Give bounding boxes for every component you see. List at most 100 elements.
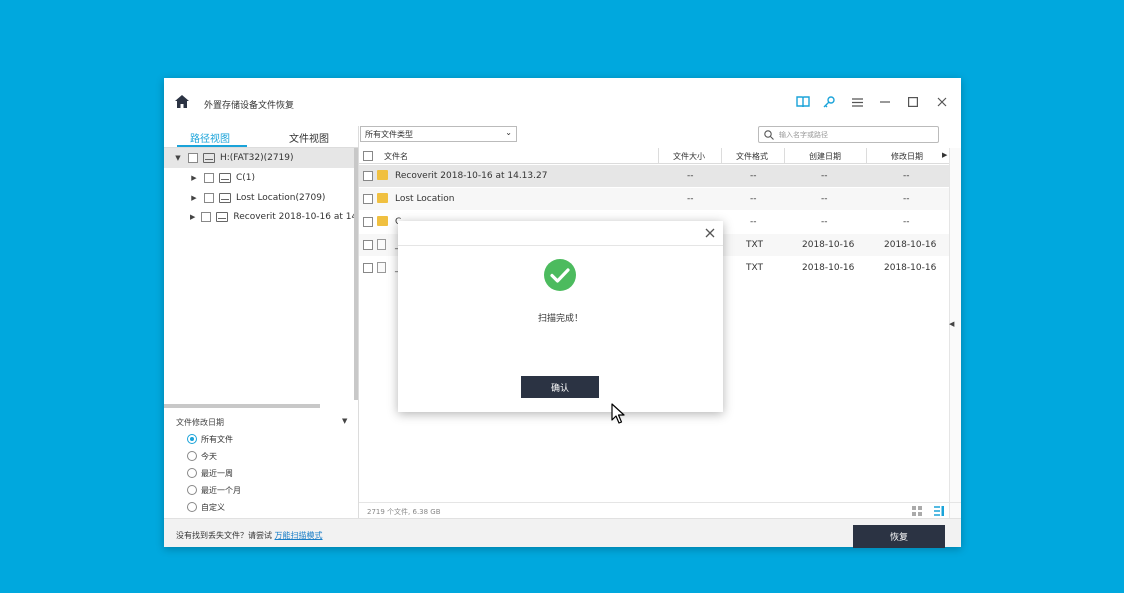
row-modified: -- bbox=[903, 194, 910, 204]
row-created: -- bbox=[821, 217, 828, 227]
chevron-left-icon[interactable]: ◀ bbox=[949, 320, 954, 328]
tree-item-label: Lost Location(2709) bbox=[236, 193, 326, 203]
tab-path-view[interactable]: 路径视图 bbox=[190, 130, 230, 145]
filter-option-label: 今天 bbox=[201, 451, 217, 461]
chevron-right-icon[interactable]: ▶ bbox=[942, 151, 947, 159]
confirm-button[interactable]: 确认 bbox=[521, 376, 599, 398]
thumbnail-view-icon[interactable] bbox=[912, 506, 922, 516]
row-modified: 2018-10-16 bbox=[884, 240, 937, 250]
radio-button[interactable] bbox=[187, 468, 197, 478]
column-header-created[interactable]: 创建日期 bbox=[809, 151, 841, 162]
filter-option-custom[interactable]: 自定义 bbox=[187, 501, 225, 513]
filter-title: 文件修改日期 bbox=[176, 418, 224, 427]
column-separator bbox=[784, 148, 785, 164]
table-row[interactable]: Lost Location -- -- -- -- bbox=[359, 188, 949, 210]
folder-tree: ▼ H:(FAT32)(2719) ▶ C(1) ▶ Lost Location… bbox=[164, 148, 358, 406]
date-filter: 文件修改日期 ▼ 所有文件 今天 最近一周 最近一个月 自定义 bbox=[164, 408, 358, 518]
file-icon bbox=[377, 262, 386, 273]
bottom-bar: 没有找到丢失文件？请尝试 万能扫描模式 恢复 bbox=[164, 518, 961, 548]
scan-complete-dialog: 扫描完成！ 确认 bbox=[398, 221, 723, 412]
row-checkbox[interactable] bbox=[363, 194, 373, 204]
row-modified: -- bbox=[903, 217, 910, 227]
minimize-icon[interactable] bbox=[878, 95, 892, 109]
radio-button[interactable] bbox=[187, 451, 197, 461]
row-checkbox[interactable] bbox=[363, 263, 373, 273]
tree-checkbox[interactable] bbox=[204, 193, 214, 203]
column-header-size[interactable]: 文件大小 bbox=[673, 151, 705, 162]
row-checkbox[interactable] bbox=[363, 240, 373, 250]
row-size: -- bbox=[687, 171, 694, 181]
column-separator bbox=[658, 148, 659, 164]
radio-button[interactable] bbox=[187, 485, 197, 495]
title-bar: 外置存储设备文件恢复 bbox=[164, 78, 961, 126]
close-icon[interactable] bbox=[935, 95, 949, 109]
folder-outline-icon bbox=[216, 212, 229, 222]
radio-button[interactable] bbox=[187, 502, 197, 512]
tree-checkbox[interactable] bbox=[188, 153, 198, 163]
row-format: TXT bbox=[746, 240, 764, 250]
chevron-down-icon: ⌄ bbox=[505, 128, 512, 137]
hint-text: 没有找到丢失文件？请尝试 bbox=[176, 531, 272, 540]
search-box[interactable] bbox=[758, 126, 939, 143]
select-all-checkbox[interactable] bbox=[363, 151, 373, 161]
dialog-message: 扫描完成！ bbox=[537, 314, 583, 324]
column-header-modified[interactable]: 修改日期 bbox=[891, 151, 923, 162]
home-icon[interactable] bbox=[175, 95, 189, 108]
row-size: -- bbox=[687, 194, 694, 204]
row-modified: 2018-10-16 bbox=[884, 263, 937, 273]
filter-option-all[interactable]: 所有文件 bbox=[187, 433, 233, 445]
filter-option-month[interactable]: 最近一个月 bbox=[187, 484, 241, 496]
tree-item-lost-location[interactable]: ▶ Lost Location(2709) bbox=[164, 188, 354, 208]
book-icon[interactable] bbox=[796, 95, 810, 109]
deep-scan-link[interactable]: 万能扫描模式 bbox=[275, 531, 323, 540]
row-created: 2018-10-16 bbox=[802, 263, 855, 273]
chevron-right-icon[interactable]: ▶ bbox=[190, 213, 195, 221]
key-icon[interactable] bbox=[822, 95, 836, 109]
file-count: 2719 个文件, 6.38 GB bbox=[367, 508, 441, 516]
filter-option-label: 自定义 bbox=[201, 502, 225, 512]
column-separator bbox=[866, 148, 867, 164]
bottom-hint: 没有找到丢失文件？请尝试 万能扫描模式 bbox=[176, 530, 323, 541]
row-checkbox[interactable] bbox=[363, 171, 373, 181]
tree-checkbox[interactable] bbox=[204, 173, 214, 183]
list-view-icon[interactable] bbox=[934, 506, 944, 516]
radio-button[interactable] bbox=[187, 434, 197, 444]
row-checkbox[interactable] bbox=[363, 217, 373, 227]
folder-icon bbox=[377, 193, 388, 203]
filter-option-label: 最近一个月 bbox=[201, 485, 241, 495]
tree-item-c[interactable]: ▶ C(1) bbox=[164, 168, 354, 188]
preview-panel-toggle[interactable] bbox=[949, 148, 961, 518]
chevron-down-icon[interactable]: ▼ bbox=[174, 154, 182, 162]
grid-header: 文件名 文件大小 文件格式 创建日期 修改日期 ▶ bbox=[359, 148, 949, 164]
row-format: TXT bbox=[746, 263, 764, 273]
chevron-right-icon[interactable]: ▶ bbox=[190, 174, 198, 182]
file-icon bbox=[377, 239, 386, 250]
recover-button[interactable]: 恢复 bbox=[853, 525, 945, 548]
row-modified: -- bbox=[903, 171, 910, 181]
chevron-down-icon[interactable]: ▼ bbox=[342, 417, 347, 425]
row-created: -- bbox=[821, 171, 828, 181]
search-input[interactable] bbox=[779, 128, 934, 141]
drive-icon bbox=[203, 153, 215, 163]
row-format: -- bbox=[750, 171, 757, 181]
chevron-right-icon[interactable]: ▶ bbox=[190, 194, 198, 202]
column-header-format[interactable]: 文件格式 bbox=[736, 151, 768, 162]
column-header-name[interactable]: 文件名 bbox=[384, 151, 408, 162]
dialog-divider bbox=[398, 245, 723, 246]
success-check-icon bbox=[544, 259, 576, 291]
app-title: 外置存储设备文件恢复 bbox=[204, 101, 295, 111]
status-bar: 2719 个文件, 6.38 GB bbox=[359, 502, 961, 518]
close-icon[interactable] bbox=[705, 228, 715, 238]
tab-file-view[interactable]: 文件视图 bbox=[289, 130, 329, 145]
file-type-select[interactable]: 所有文件类型 ⌄ bbox=[360, 126, 517, 142]
view-tabs: 路径视图 文件视图 bbox=[164, 126, 358, 148]
tree-item-drive[interactable]: ▼ H:(FAT32)(2719) bbox=[164, 148, 354, 168]
filter-option-today[interactable]: 今天 bbox=[187, 450, 217, 462]
table-row[interactable]: Recoverit 2018-10-16 at 14.13.27 -- -- -… bbox=[359, 165, 949, 187]
tree-item-label: C(1) bbox=[236, 173, 256, 183]
maximize-icon[interactable] bbox=[906, 95, 920, 109]
menu-icon[interactable] bbox=[850, 95, 864, 109]
filter-option-week[interactable]: 最近一周 bbox=[187, 467, 233, 479]
tree-item-recoverit[interactable]: ▶ Recoverit 2018-10-16 at 14.1 bbox=[164, 207, 358, 227]
tree-checkbox[interactable] bbox=[201, 212, 212, 222]
